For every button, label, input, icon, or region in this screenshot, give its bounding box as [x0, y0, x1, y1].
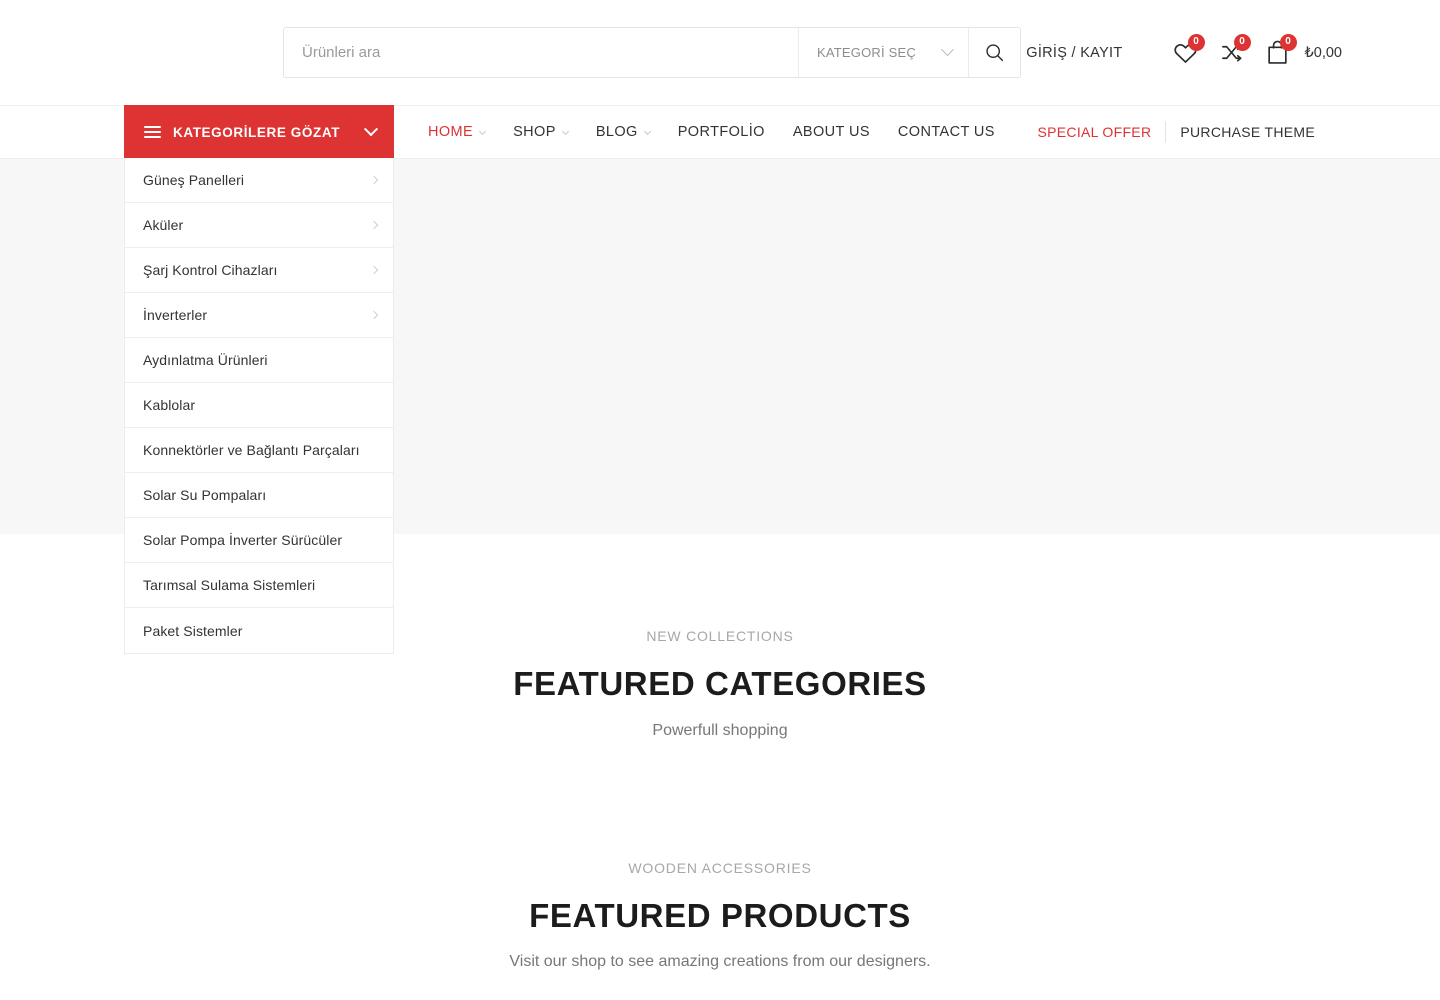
nav-item-label: BLOG	[595, 124, 638, 140]
chevron-down-icon	[479, 127, 487, 135]
login-register-link[interactable]: GİRİŞ / KAYIT	[1026, 45, 1122, 61]
nav-item-label: HOME	[428, 124, 474, 140]
browse-categories-label: KATEGORİLERE GÖZAT	[173, 124, 341, 140]
purchase-theme-link[interactable]: PURCHASE THEME	[1166, 124, 1315, 140]
category-item-label: İnverterler	[143, 307, 208, 323]
wishlist-button[interactable]: 0	[1163, 31, 1209, 75]
compare-count-badge: 0	[1233, 33, 1251, 51]
compare-button[interactable]: 0	[1209, 31, 1255, 75]
search-button[interactable]	[968, 28, 1020, 77]
nav-item-label: CONTACT US	[897, 124, 995, 140]
category-item-sarj-kontrol-cihazlari[interactable]: Şarj Kontrol Cihazları	[125, 248, 393, 293]
nav-item-portfolio[interactable]: PORTFOLİO	[664, 105, 779, 159]
featured-categories-subtitle: Powerfull shopping	[652, 722, 788, 739]
main-navigation-bar: KATEGORİLERE GÖZAT HOME SHOP BLOG PORTFO…	[0, 105, 1440, 159]
category-item-label: Aydınlatma Ürünleri	[143, 352, 268, 368]
site-header: KATEGORİ SEÇ GİRİŞ / KAYIT 0 0	[0, 0, 1440, 105]
nav-item-shop[interactable]: SHOP	[499, 105, 582, 159]
category-item-label: Solar Pompa İnverter Sürücüler	[143, 532, 343, 548]
category-item-label: Solar Su Pompaları	[143, 487, 267, 503]
hamburger-icon	[144, 126, 161, 138]
nav-item-label: ABOUT US	[792, 124, 870, 140]
nav-item-label: PORTFOLİO	[677, 124, 765, 140]
nav-secondary-links: SPECIAL OFFER PURCHASE THEME	[1038, 106, 1440, 158]
categories-dropdown-panel: Güneş Panelleri Aküler Şarj Kontrol Ciha…	[124, 158, 394, 654]
category-item-gunes-panelleri[interactable]: Güneş Panelleri	[125, 158, 393, 203]
category-item-aydinlatma-urunleri[interactable]: Aydınlatma Ürünleri	[125, 338, 393, 383]
chevron-down-icon	[561, 127, 569, 135]
chevron-right-icon	[369, 310, 379, 320]
category-item-solar-su-pompalari[interactable]: Solar Su Pompaları	[125, 473, 393, 518]
category-item-label: Kablolar	[143, 397, 196, 413]
nav-item-about-us[interactable]: ABOUT US	[779, 105, 884, 159]
search-category-label: KATEGORİ SEÇ	[817, 45, 916, 60]
featured-products-subtitle: Visit our shop to see amazing creations …	[509, 953, 931, 970]
category-item-inverterler[interactable]: İnverterler	[125, 293, 393, 338]
chevron-down-icon	[941, 43, 954, 57]
featured-categories-title: FEATURED CATEGORIES	[513, 665, 927, 702]
chevron-right-icon	[369, 220, 379, 230]
chevron-down-icon	[363, 122, 379, 137]
category-item-solar-pompa-inverter-surucüler[interactable]: Solar Pompa İnverter Sürücüler	[125, 518, 393, 563]
cart-total-price[interactable]: ₺0,00	[1305, 45, 1342, 61]
featured-products-section: WOODEN ACCESSORIES FEATURED PRODUCTS Vis…	[0, 740, 1440, 1000]
category-item-kablolar[interactable]: Kablolar	[125, 383, 393, 428]
search-input[interactable]	[284, 28, 798, 77]
site-logo[interactable]	[0, 0, 283, 105]
product-search-bar: KATEGORİ SEÇ	[283, 27, 1021, 78]
category-item-tarimsal-sulama-sistemleri[interactable]: Tarımsal Sulama Sistemleri	[125, 563, 393, 608]
search-category-select[interactable]: KATEGORİ SEÇ	[798, 28, 968, 77]
nav-item-blog[interactable]: BLOG	[582, 105, 664, 159]
primary-menu: HOME SHOP BLOG PORTFOLİO ABOUT US CONTAC…	[394, 106, 1009, 158]
chevron-down-icon	[643, 127, 651, 135]
category-item-label: Şarj Kontrol Cihazları	[143, 262, 278, 278]
category-item-label: Konnektörler ve Bağlantı Parçaları	[143, 442, 360, 458]
category-item-akuler[interactable]: Aküler	[125, 203, 393, 248]
browse-categories-button[interactable]: KATEGORİLERE GÖZAT	[124, 105, 394, 159]
cart-button[interactable]: 0	[1255, 31, 1301, 75]
chevron-right-icon	[369, 175, 379, 185]
nav-item-label: SHOP	[513, 124, 556, 140]
cart-count-badge: 0	[1279, 33, 1297, 51]
nav-item-home[interactable]: HOME	[414, 105, 499, 159]
header-actions: GİRİŞ / KAYIT 0 0 0 ₺0,00	[1026, 31, 1440, 75]
wishlist-count-badge: 0	[1187, 33, 1205, 51]
category-item-label: Güneş Panelleri	[143, 172, 245, 188]
category-item-konnektorler-ve-baglanti-parcalari[interactable]: Konnektörler ve Bağlantı Parçaları	[125, 428, 393, 473]
category-item-label: Paket Sistemler	[143, 622, 243, 639]
chevron-right-icon	[369, 265, 379, 275]
featured-products-kicker: WOODEN ACCESSORIES	[628, 860, 812, 876]
category-item-paket-sistemler[interactable]: Paket Sistemler	[125, 608, 393, 653]
category-item-label: Tarımsal Sulama Sistemleri	[143, 577, 316, 593]
category-item-label: Aküler	[143, 217, 184, 233]
nav-item-contact-us[interactable]: CONTACT US	[884, 105, 1009, 159]
featured-products-title: FEATURED PRODUCTS	[529, 897, 911, 934]
search-icon	[986, 44, 1004, 62]
special-offer-link[interactable]: SPECIAL OFFER	[1038, 124, 1166, 140]
